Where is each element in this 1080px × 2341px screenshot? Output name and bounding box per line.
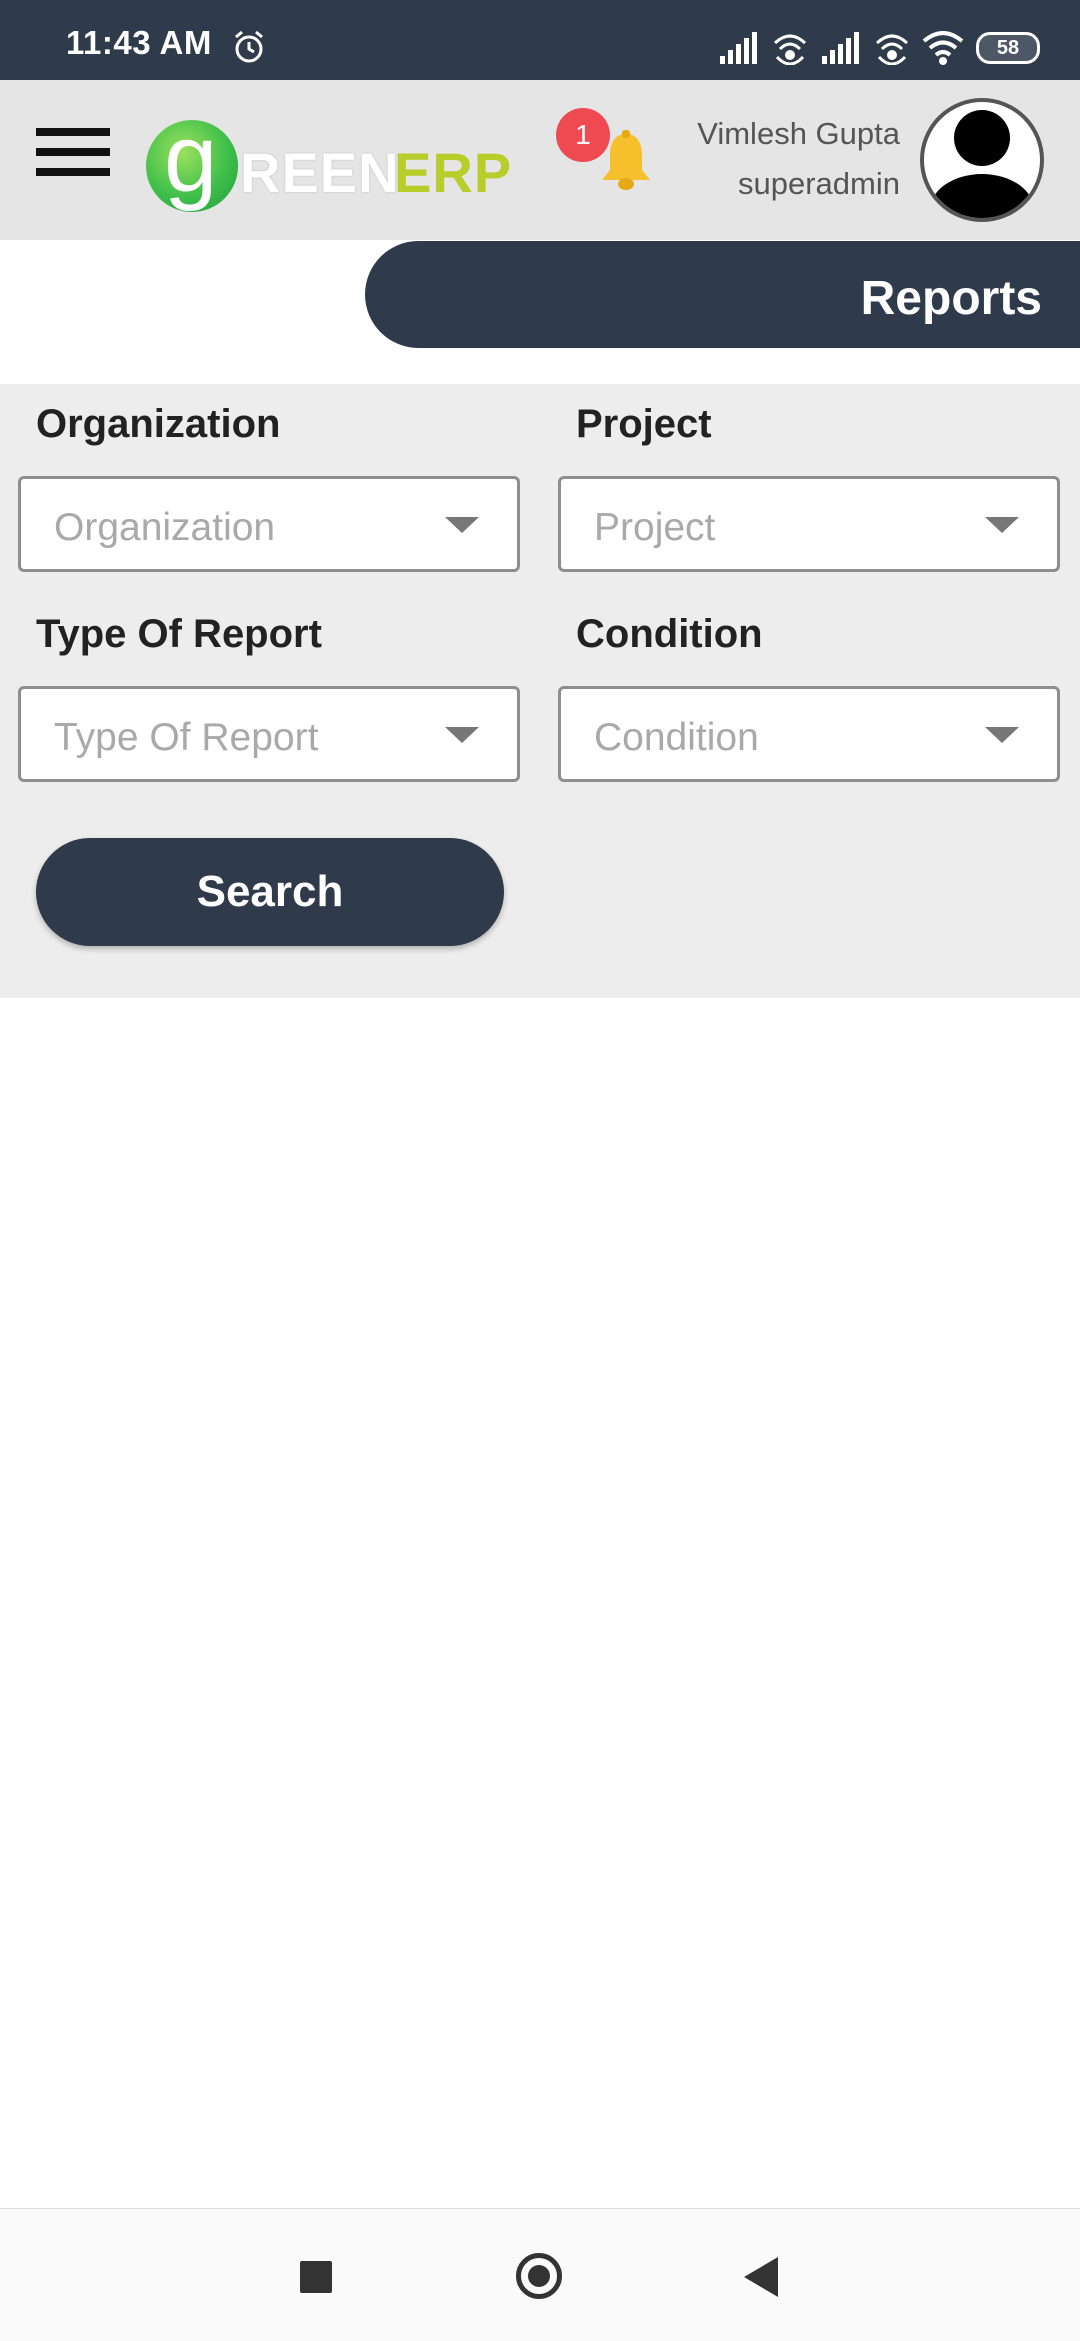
page-title-banner: Reports (365, 241, 1080, 348)
page-title: Reports (860, 272, 1042, 325)
notifications-button[interactable]: 1 (556, 108, 656, 198)
user-silhouette-icon (930, 110, 1034, 218)
green-erp-logo: g REEN ERP (146, 105, 511, 212)
battery-icon: 58 (976, 32, 1040, 64)
user-role: superadmin (738, 166, 900, 201)
logo-erp: ERP (394, 141, 513, 204)
type-of-report-label: Type Of Report (36, 612, 322, 656)
status-bar: 11:43 AM 58 (0, 0, 1080, 80)
chevron-down-icon (985, 517, 1019, 533)
status-time: 11:43 AM (66, 24, 212, 61)
type-of-report-select[interactable]: Type Of Report (18, 686, 520, 782)
recent-apps-icon[interactable] (300, 2261, 332, 2293)
signal-icon (822, 32, 859, 64)
project-select[interactable]: Project (558, 476, 1060, 572)
organization-select[interactable]: Organization (18, 476, 520, 572)
battery-level: 58 (996, 36, 1020, 59)
app-header: g REEN ERP (0, 80, 1080, 240)
organization-placeholder: Organization (54, 506, 276, 549)
user-avatar[interactable] (920, 98, 1044, 222)
user-name: Vimlesh Gupta (697, 116, 900, 151)
chevron-down-icon (445, 727, 479, 743)
hamburger-menu-icon[interactable] (36, 128, 110, 192)
logo-reen: REEN (240, 141, 400, 204)
report-filter-panel: Organization Organization Project Projec… (0, 384, 1080, 998)
condition-placeholder: Condition (594, 716, 759, 759)
wifi-icon (922, 31, 964, 65)
project-label: Project (576, 402, 712, 446)
search-button[interactable]: Search (36, 838, 504, 946)
system-nav-bar (0, 2208, 1080, 2341)
alarm-icon (235, 30, 263, 63)
chevron-down-icon (445, 517, 479, 533)
hotspot-icon (875, 34, 909, 65)
condition-select[interactable]: Condition (558, 686, 1060, 782)
type-of-report-placeholder: Type Of Report (54, 716, 319, 759)
project-placeholder: Project (594, 506, 716, 549)
signal-icon (720, 32, 757, 64)
status-icons: 58 (718, 28, 1040, 68)
logo-g: g (164, 105, 218, 212)
home-icon-dot (528, 2265, 550, 2287)
condition-label: Condition (576, 612, 763, 656)
home-icon[interactable] (516, 2253, 562, 2299)
back-icon[interactable] (744, 2257, 778, 2297)
chevron-down-icon (985, 727, 1019, 743)
notification-count-badge: 1 (556, 108, 610, 162)
organization-label: Organization (36, 402, 281, 446)
hotspot-icon (773, 34, 807, 65)
